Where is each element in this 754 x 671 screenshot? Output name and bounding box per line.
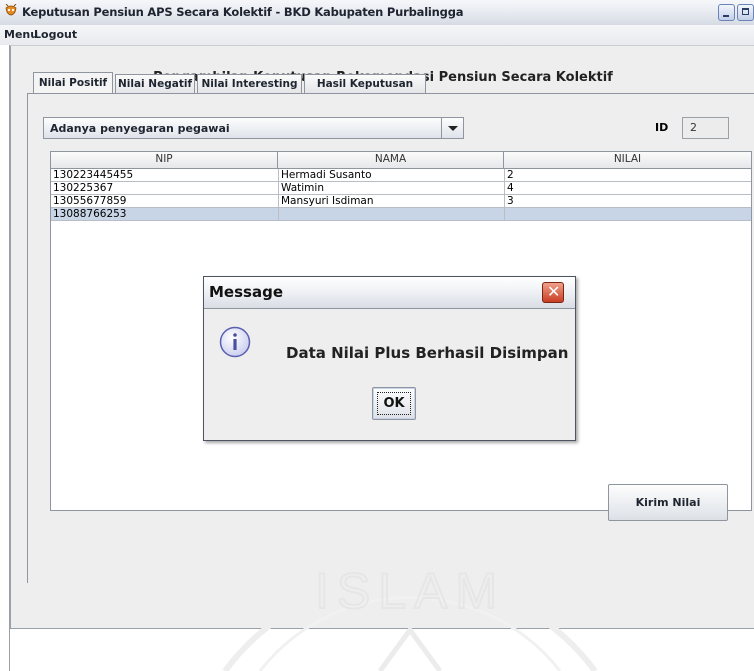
column-header-nilai[interactable]: NILAI: [504, 153, 751, 167]
table-row[interactable]: 130225367 Watimin 4: [51, 182, 751, 195]
table-row[interactable]: 13055677859 Mansyuri Isdiman 3: [51, 195, 751, 208]
cell-nip: 130223445455: [53, 169, 134, 181]
cell-nama: Mansyuri Isdiman: [278, 195, 505, 207]
dialog-close-button[interactable]: ✕: [542, 282, 564, 303]
window-titlebar[interactable]: Keputusan Pensiun APS Secara Kolektif - …: [0, 0, 754, 26]
cell-nama: [278, 208, 505, 220]
table-row[interactable]: 130223445455 Hermadi Susanto 2: [51, 169, 751, 182]
dialog-title: Message: [209, 283, 283, 301]
dialog-message: Data Nilai Plus Berhasil Disimpan: [286, 344, 569, 362]
menu-logout[interactable]: Logout: [34, 28, 77, 41]
window-left-edge: [0, 45, 10, 671]
tab-nilai-positif[interactable]: Nilai Positif: [33, 72, 113, 94]
cell-nilai: 3: [504, 195, 752, 207]
kirim-nilai-button[interactable]: Kirim Nilai: [608, 484, 728, 521]
maximize-icon: [742, 8, 749, 15]
tab-hasil-keputusan[interactable]: Hasil Keputusan: [304, 74, 426, 93]
tab-nilai-interesting[interactable]: Nilai Interesting: [197, 74, 302, 93]
cell-nilai: 4: [504, 182, 752, 194]
minimize-icon: [723, 15, 729, 17]
dialog-titlebar[interactable]: Message ✕: [204, 277, 575, 309]
chevron-down-icon: [448, 126, 458, 131]
table-header: NIP NAMA NILAI: [51, 152, 751, 169]
cell-nip: 13088766253: [53, 208, 127, 220]
menubar: Menu Logout: [0, 25, 754, 46]
tab-nilai-negatif[interactable]: Nilai Negatif: [115, 74, 195, 93]
info-icon: [219, 326, 251, 358]
cell-nilai: 2: [504, 169, 752, 181]
id-field: 2: [682, 117, 729, 139]
cell-nip: 13055677859: [53, 195, 127, 207]
menu-menu[interactable]: Menu: [4, 28, 38, 41]
maximize-button[interactable]: [737, 4, 754, 21]
id-label: ID: [655, 121, 669, 134]
message-dialog: Message ✕ Data Nilai Plus Berhasil Disim…: [203, 276, 576, 441]
close-icon: ✕: [547, 282, 561, 301]
column-header-nip[interactable]: NIP: [51, 153, 277, 167]
column-header-nama[interactable]: NAMA: [278, 153, 503, 167]
cell-nama: Watimin: [278, 182, 505, 194]
criteria-select-dropdown-button[interactable]: [441, 118, 463, 138]
criteria-select[interactable]: Adanya penyegaran pegawai: [43, 117, 464, 139]
cell-nama: Hermadi Susanto: [278, 169, 505, 181]
criteria-select-value: Adanya penyegaran pegawai: [50, 122, 230, 135]
minimize-button[interactable]: [718, 4, 735, 21]
window-title: Keputusan Pensiun APS Secara Kolektif - …: [22, 5, 464, 19]
cell-nip: 130225367: [53, 182, 114, 194]
table-row-selected[interactable]: 13088766253: [51, 208, 751, 221]
ok-button-focus-ring: [377, 392, 411, 415]
app-icon: [5, 4, 17, 16]
cell-nilai: [504, 208, 752, 220]
